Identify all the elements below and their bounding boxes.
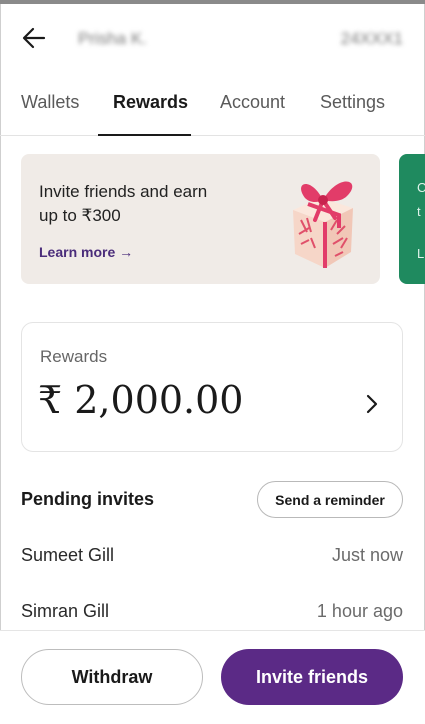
rewards-balance-card[interactable]: Rewards ₹ 2,000.00 — [21, 322, 403, 452]
arrow-left-icon — [22, 27, 46, 49]
pending-invites-title: Pending invites — [21, 489, 155, 509]
invite-promo-card[interactable]: Invite friends and earn up to ₹300 Learn… — [21, 154, 380, 284]
list-item: Sumeet Gill Just now — [21, 545, 403, 569]
gift-box-icon — [293, 181, 353, 268]
tab-settings[interactable]: Settings — [320, 92, 385, 113]
rewards-amount: ₹ 2,000.00 — [38, 378, 244, 422]
next-card-glyph: t — [417, 204, 421, 219]
next-card-glyph: L — [417, 246, 425, 261]
learn-more-link[interactable]: Learn more → — [39, 244, 133, 260]
invitee-name: Sumeet Gill — [21, 545, 115, 565]
send-reminder-button[interactable]: Send a reminder — [257, 481, 403, 518]
invite-friends-button[interactable]: Invite friends — [221, 649, 403, 705]
next-card-glyph: C — [417, 180, 425, 195]
user-id: 24XXX1 — [340, 29, 403, 48]
tab-bar: Wallets Rewards Account Settings — [0, 78, 425, 136]
withdraw-button[interactable]: Withdraw — [21, 649, 203, 705]
invite-time: 1 hour ago — [316, 601, 403, 621]
app-header: Prisha K. 24XXX1 — [0, 4, 425, 74]
promo-text: Invite friends and earn up to ₹300 — [39, 180, 249, 228]
action-footer: Withdraw Invite friends — [0, 630, 425, 724]
active-tab-indicator — [98, 134, 191, 136]
tab-wallets[interactable]: Wallets — [21, 92, 79, 113]
tab-account[interactable]: Account — [220, 92, 285, 113]
tab-rewards[interactable]: Rewards — [113, 92, 188, 113]
rewards-label: Rewards — [40, 347, 108, 366]
next-promo-card[interactable]: C t L — [399, 154, 425, 284]
promo-line-1: Invite friends and earn — [39, 182, 208, 201]
chevron-right-icon — [366, 394, 378, 414]
list-item: Simran Gill 1 hour ago — [21, 601, 403, 625]
user-name: Prisha K. — [78, 29, 147, 48]
promo-line-2: up to ₹300 — [39, 206, 121, 225]
invite-time: Just now — [331, 545, 403, 565]
invitee-name: Simran Gill — [21, 601, 110, 621]
back-button[interactable] — [20, 24, 48, 52]
